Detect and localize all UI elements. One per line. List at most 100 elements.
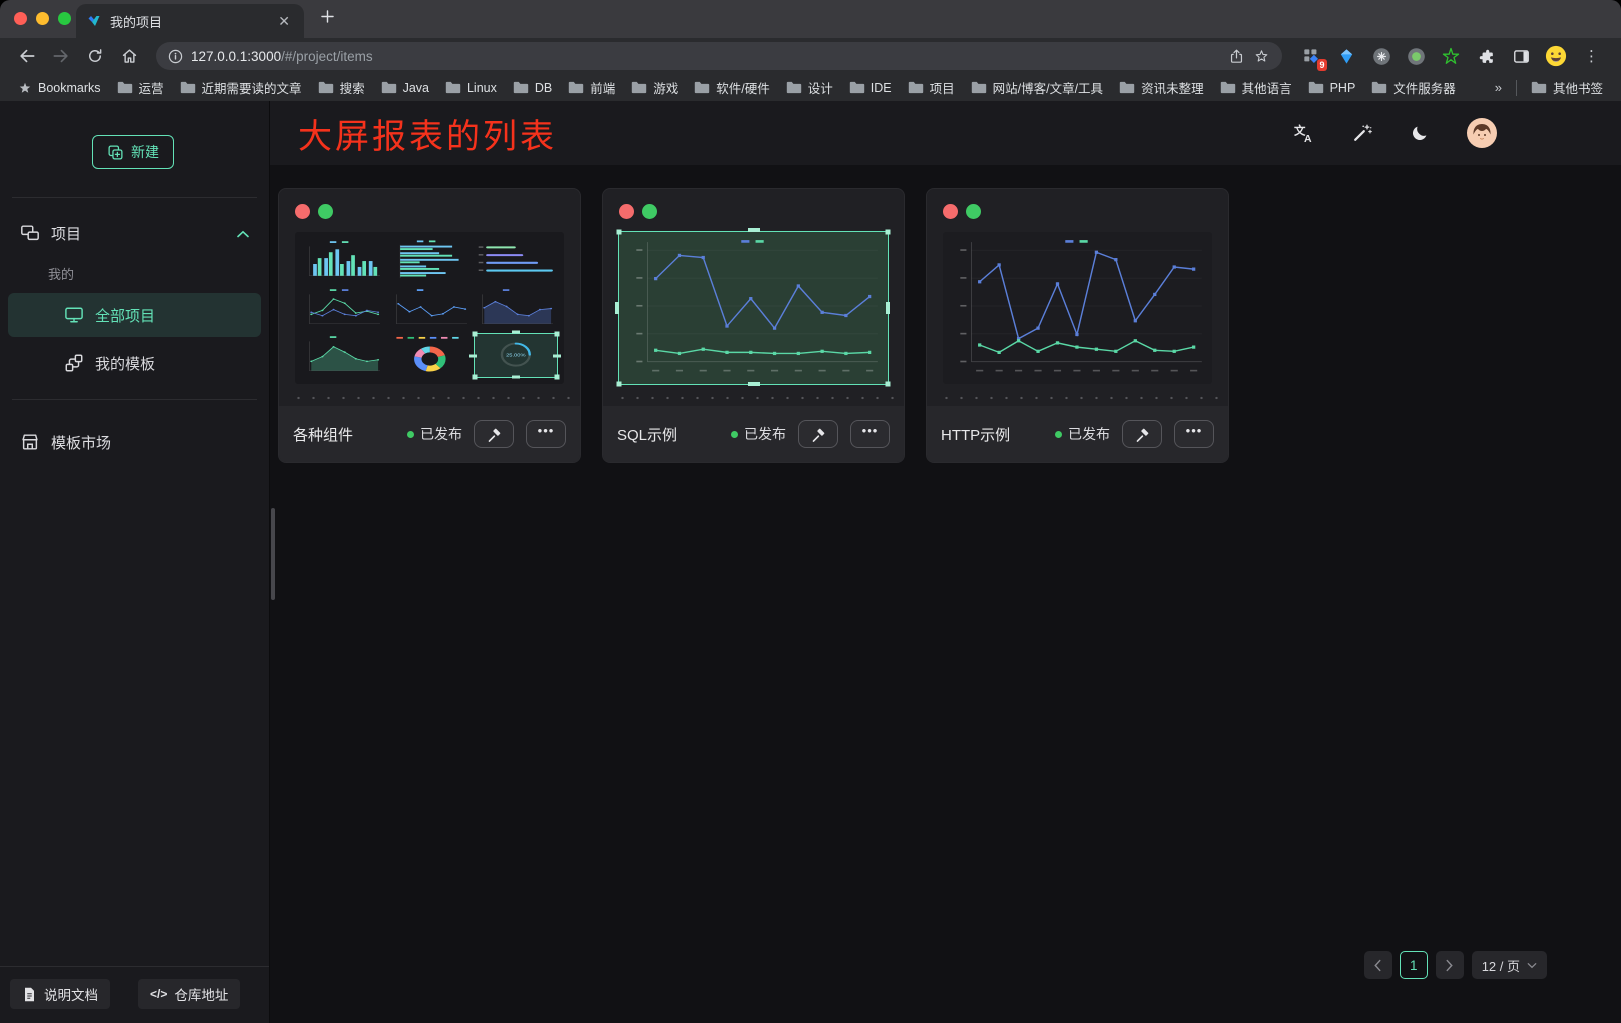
project-thumbnail[interactable] — [619, 232, 888, 384]
bookmark-folder[interactable]: Linux — [437, 79, 505, 97]
bookmark-folder[interactable]: 文件服务器 — [1363, 76, 1464, 99]
next-page-button[interactable] — [1436, 951, 1464, 979]
bookmark-folder[interactable]: IDE — [841, 79, 900, 97]
status-label: 已发布 — [744, 424, 786, 444]
page-title: 大屏报表的列表 — [298, 109, 557, 158]
selection-handle[interactable] — [617, 230, 622, 235]
browser-toolbar: 127.0.0.1:3000/#/project/items 9 — [0, 38, 1621, 74]
share-icon[interactable] — [1228, 48, 1245, 65]
selection-handle[interactable] — [473, 332, 478, 337]
browser-window: 我的项目 ✕ 127.0.0.1:3000/#/project/items — [0, 0, 1621, 1023]
bookmark-folder[interactable]: 近期需要读的文章 — [172, 76, 310, 99]
bookmark-folder[interactable]: 其他语言 — [1212, 76, 1300, 99]
new-tab-button[interactable] — [318, 7, 337, 31]
bookmark-folder[interactable]: DB — [505, 79, 560, 97]
extension-command-icon[interactable] — [1370, 45, 1392, 67]
project-card[interactable]: HTTP示例 已发布 ••• — [926, 188, 1229, 463]
project-card[interactable]: SQL示例 已发布 ••• — [602, 188, 905, 463]
selection-handle[interactable] — [748, 382, 760, 386]
template-market-label: 模板市场 — [51, 432, 111, 453]
bookmarks-manager-item[interactable]: Bookmarks — [10, 79, 109, 97]
bookmark-folder[interactable]: PHP — [1300, 79, 1364, 97]
extension-record-icon[interactable] — [1405, 45, 1427, 67]
forward-icon[interactable] — [46, 42, 76, 70]
sidebar-item-all-projects[interactable]: 全部项目 — [8, 293, 261, 337]
page-number-button[interactable]: 1 — [1400, 951, 1428, 979]
bookmark-folder[interactable]: 前端 — [560, 76, 623, 99]
selection-handle[interactable] — [617, 382, 622, 387]
bookmark-folder[interactable]: 资讯未整理 — [1111, 76, 1212, 99]
ellipsis-icon: ••• — [538, 431, 555, 437]
bookmark-folder[interactable]: 搜索 — [310, 76, 373, 99]
sidebar-group-project[interactable]: 项目 — [0, 210, 269, 256]
page-size-select[interactable]: 12 / 页 — [1472, 951, 1547, 979]
selection-handle[interactable] — [469, 354, 477, 357]
bookmark-folder[interactable]: 网站/博客/文章/工具 — [963, 76, 1111, 99]
selection-handle[interactable] — [512, 376, 520, 379]
mini-chart-area — [302, 334, 384, 377]
bookmark-star-icon[interactable] — [1253, 48, 1270, 65]
bookmark-folder-label: 网站/博客/文章/工具 — [993, 78, 1103, 97]
project-thumbnail[interactable]: 25.00% — [295, 232, 564, 384]
selection-handle[interactable] — [473, 375, 478, 380]
sidebar-item-my-templates[interactable]: 我的模板 — [8, 341, 261, 385]
browser-menu-icon[interactable]: ⋮ — [1580, 47, 1603, 65]
bookmark-folder[interactable]: 游戏 — [623, 76, 686, 99]
more-button[interactable]: ••• — [526, 420, 566, 448]
zoom-window-button[interactable] — [58, 12, 71, 25]
other-bookmarks-item[interactable]: 其他书签 — [1523, 76, 1611, 99]
reload-icon[interactable] — [80, 42, 110, 70]
bookmark-folder[interactable]: 设计 — [778, 76, 841, 99]
edit-button[interactable] — [474, 420, 514, 448]
selection-handle[interactable] — [512, 331, 520, 334]
selection-handle[interactable] — [886, 230, 891, 235]
browser-tab[interactable]: 我的项目 ✕ — [76, 4, 304, 38]
bookmark-folder-label: 项目 — [930, 78, 955, 97]
repo-button[interactable]: </> 仓库地址 — [138, 979, 240, 1009]
selection-handle[interactable] — [554, 375, 559, 380]
selection-handle[interactable] — [553, 354, 561, 357]
user-avatar[interactable] — [1467, 118, 1497, 148]
selection-handle[interactable] — [748, 228, 760, 232]
selection-handle[interactable] — [554, 332, 559, 337]
selection-handle[interactable] — [886, 302, 890, 314]
sidebar-item-template-market[interactable]: 模板市场 — [0, 420, 269, 464]
extension-gem-icon[interactable] — [1335, 45, 1357, 67]
card-window-dots — [279, 189, 580, 219]
bookmarks-overflow-icon[interactable]: » — [1487, 80, 1510, 95]
project-thumbnail[interactable] — [943, 232, 1212, 384]
mini-chart-donut — [389, 334, 471, 377]
close-window-button[interactable] — [14, 12, 27, 25]
macos-traffic-lights — [14, 12, 71, 25]
more-button[interactable]: ••• — [850, 420, 890, 448]
magic-wand-icon[interactable] — [1352, 123, 1372, 143]
dark-mode-moon-icon[interactable] — [1410, 124, 1429, 143]
chevron-up-icon[interactable] — [237, 225, 249, 242]
bookmark-folder[interactable]: Java — [373, 79, 437, 97]
bookmark-folder[interactable]: 运营 — [109, 76, 172, 99]
project-card[interactable]: 25.00% 各种组件 已发布 ••• — [278, 188, 581, 463]
bookmark-folder[interactable]: 软件/硬件 — [686, 76, 777, 99]
docs-button[interactable]: 说明文档 — [10, 979, 110, 1009]
extension-grid-icon[interactable]: 9 — [1300, 45, 1322, 67]
edit-button[interactable] — [798, 420, 838, 448]
address-bar[interactable]: 127.0.0.1:3000/#/project/items — [156, 42, 1282, 70]
bookmark-folder[interactable]: 项目 — [900, 76, 963, 99]
extension-star-icon[interactable] — [1440, 45, 1462, 67]
selection-handle[interactable] — [886, 382, 891, 387]
pagination: 1 12 / 页 — [1364, 951, 1547, 979]
back-icon[interactable] — [12, 42, 42, 70]
prev-page-button[interactable] — [1364, 951, 1392, 979]
selection-handle[interactable] — [615, 302, 619, 314]
more-button[interactable]: ••• — [1174, 420, 1214, 448]
tab-close-icon[interactable]: ✕ — [274, 12, 294, 30]
profile-avatar[interactable] — [1545, 45, 1567, 67]
home-icon[interactable] — [114, 42, 144, 70]
language-icon[interactable]: 文A — [1293, 123, 1314, 144]
edit-button[interactable] — [1122, 420, 1162, 448]
minimize-window-button[interactable] — [36, 12, 49, 25]
new-project-button[interactable]: 新建 — [92, 135, 174, 169]
side-panel-icon[interactable] — [1510, 45, 1532, 67]
extensions-puzzle-icon[interactable] — [1475, 45, 1497, 67]
site-info-icon[interactable] — [168, 49, 183, 64]
